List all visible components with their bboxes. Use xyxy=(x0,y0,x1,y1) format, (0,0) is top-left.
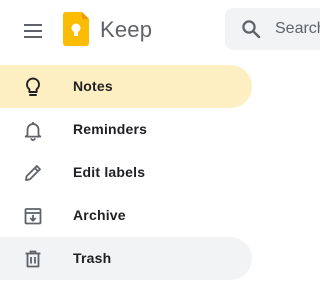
app-title[interactable]: Keep xyxy=(100,17,152,43)
header: Keep xyxy=(0,0,320,62)
sidebar-item-label: Notes xyxy=(73,78,113,94)
main-menu-button[interactable] xyxy=(18,16,48,46)
trash-icon xyxy=(22,248,44,270)
bell-icon xyxy=(22,119,44,141)
sidebar-item-trash[interactable]: Trash xyxy=(0,237,252,280)
sidebar-item-archive[interactable]: Archive xyxy=(0,194,252,237)
keep-app: Keep Notes xyxy=(0,0,320,296)
sidebar-item-edit-labels[interactable]: Edit labels xyxy=(0,151,252,194)
hamburger-menu-icon xyxy=(24,24,42,38)
archive-icon xyxy=(22,205,44,227)
search-input[interactable] xyxy=(275,8,320,50)
keep-logo-icon[interactable] xyxy=(63,12,89,46)
sidebar-item-notes[interactable]: Notes xyxy=(0,65,252,108)
lightbulb-icon xyxy=(22,76,44,98)
sidebar-item-label: Reminders xyxy=(73,121,148,137)
sidebar-item-label: Archive xyxy=(73,207,126,223)
sidebar-item-label: Edit labels xyxy=(73,164,146,180)
search-box[interactable] xyxy=(225,8,320,50)
pencil-icon xyxy=(22,162,44,184)
search-icon[interactable] xyxy=(241,19,261,39)
sidebar-item-label: Trash xyxy=(73,250,112,266)
sidebar-item-reminders[interactable]: Reminders xyxy=(0,108,252,151)
sidebar-nav: Notes Reminders Edit labels Archive Tras… xyxy=(0,65,306,280)
